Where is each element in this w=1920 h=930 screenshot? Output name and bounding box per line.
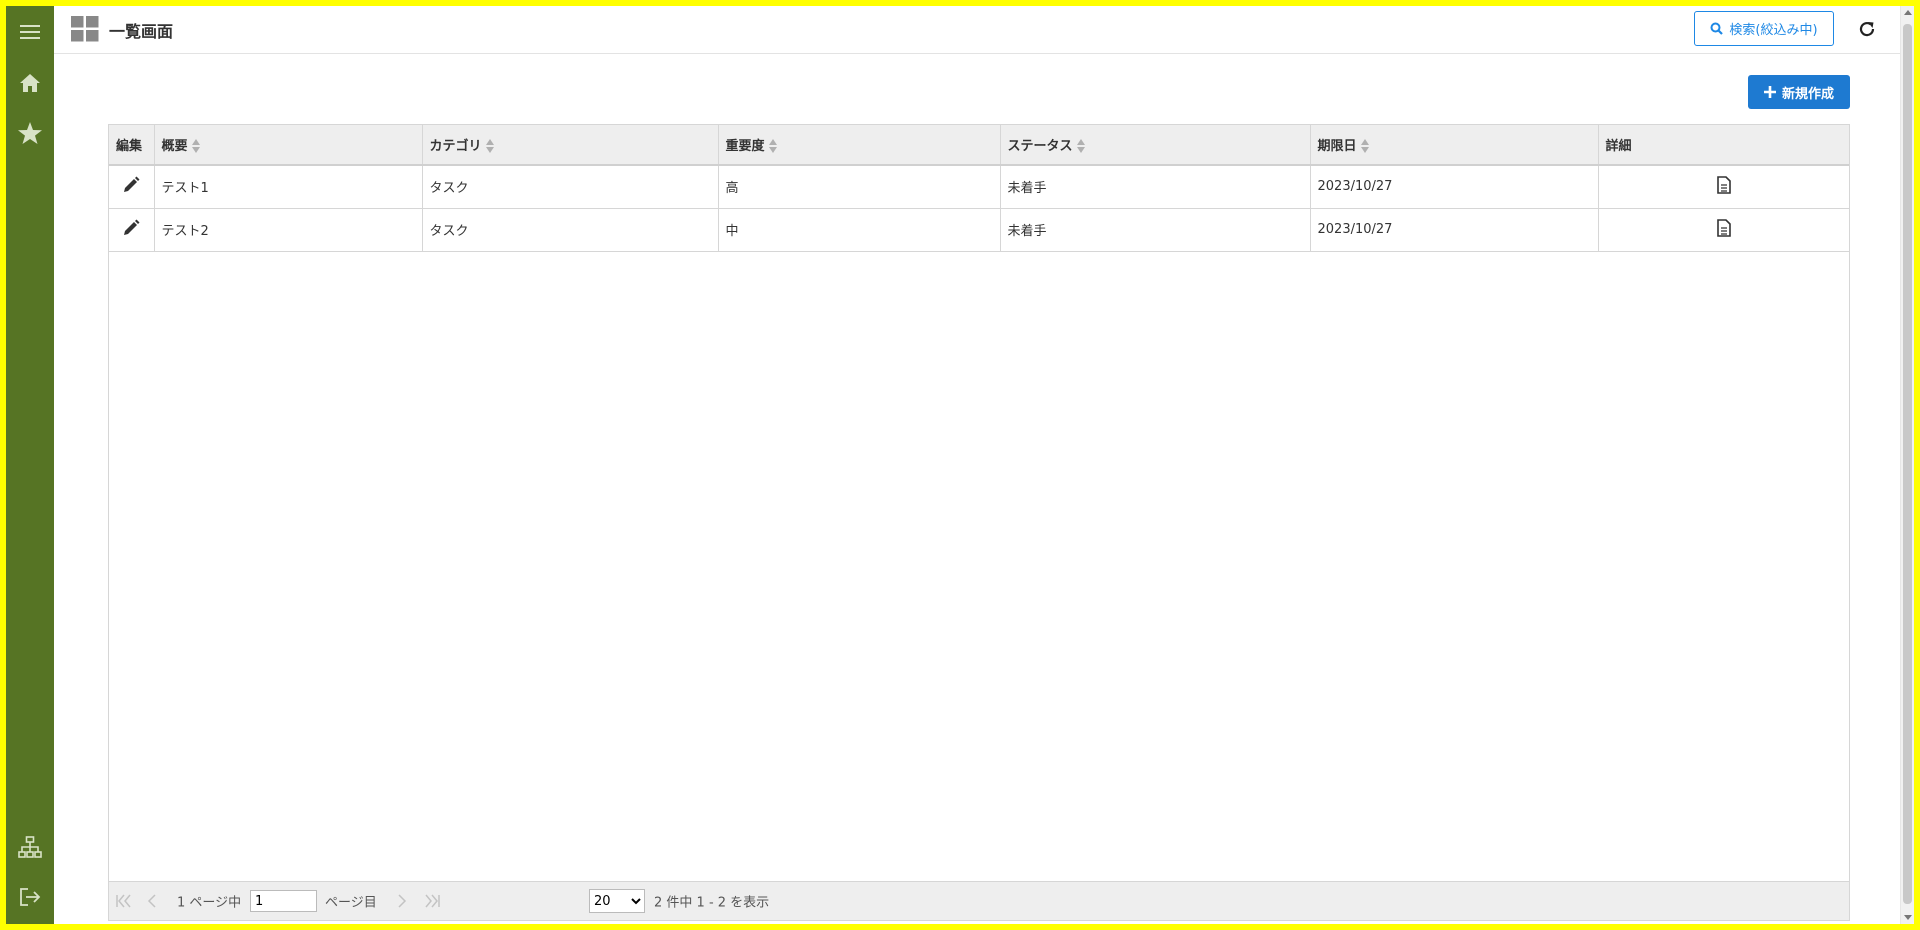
- page-number-input[interactable]: [250, 890, 317, 912]
- pencil-icon[interactable]: [122, 219, 140, 237]
- pencil-icon[interactable]: [122, 176, 140, 194]
- logout-button[interactable]: [6, 873, 54, 921]
- search-icon: [1710, 22, 1724, 35]
- scroll-down-arrow[interactable]: [1904, 915, 1912, 920]
- prev-page-icon[interactable]: [147, 894, 157, 908]
- table-row[interactable]: テスト2 タスク 中 未着手 2023/10/27: [109, 208, 1849, 252]
- table-header-row: 編集 概要 カテゴリ 重要度 ステータス 期限日 詳細: [109, 125, 1849, 166]
- column-header-detail: 詳細: [1598, 125, 1849, 166]
- document-icon[interactable]: [1716, 175, 1731, 194]
- first-page-icon[interactable]: [115, 894, 133, 908]
- hamburger-icon: [20, 25, 40, 39]
- due-date-cell: 2023/10/27: [1310, 208, 1599, 252]
- logout-icon: [20, 888, 41, 906]
- column-header-edit: 編集: [109, 125, 155, 166]
- page-title: 一覧画面: [109, 22, 174, 41]
- document-icon[interactable]: [1716, 218, 1731, 237]
- app-frame: 一覧画面 検索(絞込み中) 新規作成 編集 概要 カテゴリ 重要度 ステータス …: [0, 0, 1920, 930]
- column-header-status[interactable]: ステータス: [1000, 125, 1311, 166]
- page-suffix-text: ページ目: [325, 895, 377, 911]
- data-grid: 編集 概要 カテゴリ 重要度 ステータス 期限日 詳細 テスト1 タスク 高 未…: [108, 124, 1850, 921]
- refresh-icon[interactable]: [1858, 20, 1876, 38]
- sidebar: [6, 6, 54, 924]
- column-header-summary[interactable]: 概要: [154, 125, 423, 166]
- detail-cell[interactable]: [1598, 165, 1849, 209]
- detail-cell[interactable]: [1598, 208, 1849, 252]
- column-header-priority[interactable]: 重要度: [718, 125, 1001, 166]
- top-header: 一覧画面 検索(絞込み中): [54, 6, 1900, 54]
- pager: 1 ページ中 ページ目 20 2 件中 1 - 2 を表示: [109, 881, 1849, 920]
- category-cell: タスク: [422, 208, 719, 252]
- status-cell: 未着手: [1000, 208, 1311, 252]
- column-header-category[interactable]: カテゴリ: [422, 125, 719, 166]
- star-icon: [18, 122, 42, 144]
- due-date-cell: 2023/10/27: [1310, 165, 1599, 209]
- search-filter-button[interactable]: 検索(絞込み中): [1694, 11, 1834, 46]
- sitemap-icon: [18, 836, 42, 858]
- per-page-select[interactable]: 20: [589, 889, 645, 913]
- summary-cell: テスト1: [154, 165, 423, 209]
- table-row[interactable]: テスト1 タスク 高 未着手 2023/10/27: [109, 165, 1849, 209]
- menu-button[interactable]: [6, 8, 54, 56]
- edit-cell[interactable]: [109, 208, 155, 252]
- new-create-button[interactable]: 新規作成: [1748, 75, 1850, 109]
- search-filter-label: 検索(絞込み中): [1729, 23, 1818, 38]
- last-page-icon[interactable]: [423, 894, 441, 908]
- sort-icon: [485, 138, 494, 154]
- home-icon: [20, 74, 40, 92]
- priority-cell: 中: [718, 208, 1001, 252]
- column-header-due-date[interactable]: 期限日: [1310, 125, 1599, 166]
- sitemap-button[interactable]: [6, 823, 54, 871]
- summary-cell: テスト2: [154, 208, 423, 252]
- favorites-button[interactable]: [6, 109, 54, 157]
- record-summary-text: 2 件中 1 - 2 を表示: [654, 895, 770, 911]
- scroll-up-arrow[interactable]: [1904, 10, 1912, 15]
- edit-cell[interactable]: [109, 165, 155, 209]
- status-cell: 未着手: [1000, 165, 1311, 209]
- home-button[interactable]: [6, 59, 54, 107]
- scroll-thumb[interactable]: [1903, 24, 1912, 904]
- grid-icon: [71, 16, 99, 42]
- plus-icon: [1763, 86, 1776, 98]
- new-create-label: 新規作成: [1781, 86, 1834, 102]
- sort-icon: [191, 138, 200, 154]
- sort-icon: [1076, 138, 1085, 154]
- list-table: 編集 概要 カテゴリ 重要度 ステータス 期限日 詳細 テスト1 タスク 高 未…: [109, 125, 1849, 252]
- category-cell: タスク: [422, 165, 719, 209]
- sort-icon: [1360, 138, 1369, 154]
- next-page-icon[interactable]: [397, 894, 407, 908]
- priority-cell: 高: [718, 165, 1001, 209]
- page-total-text: 1 ページ中: [177, 895, 242, 911]
- sort-icon: [768, 138, 777, 154]
- vertical-scrollbar[interactable]: [1900, 6, 1914, 924]
